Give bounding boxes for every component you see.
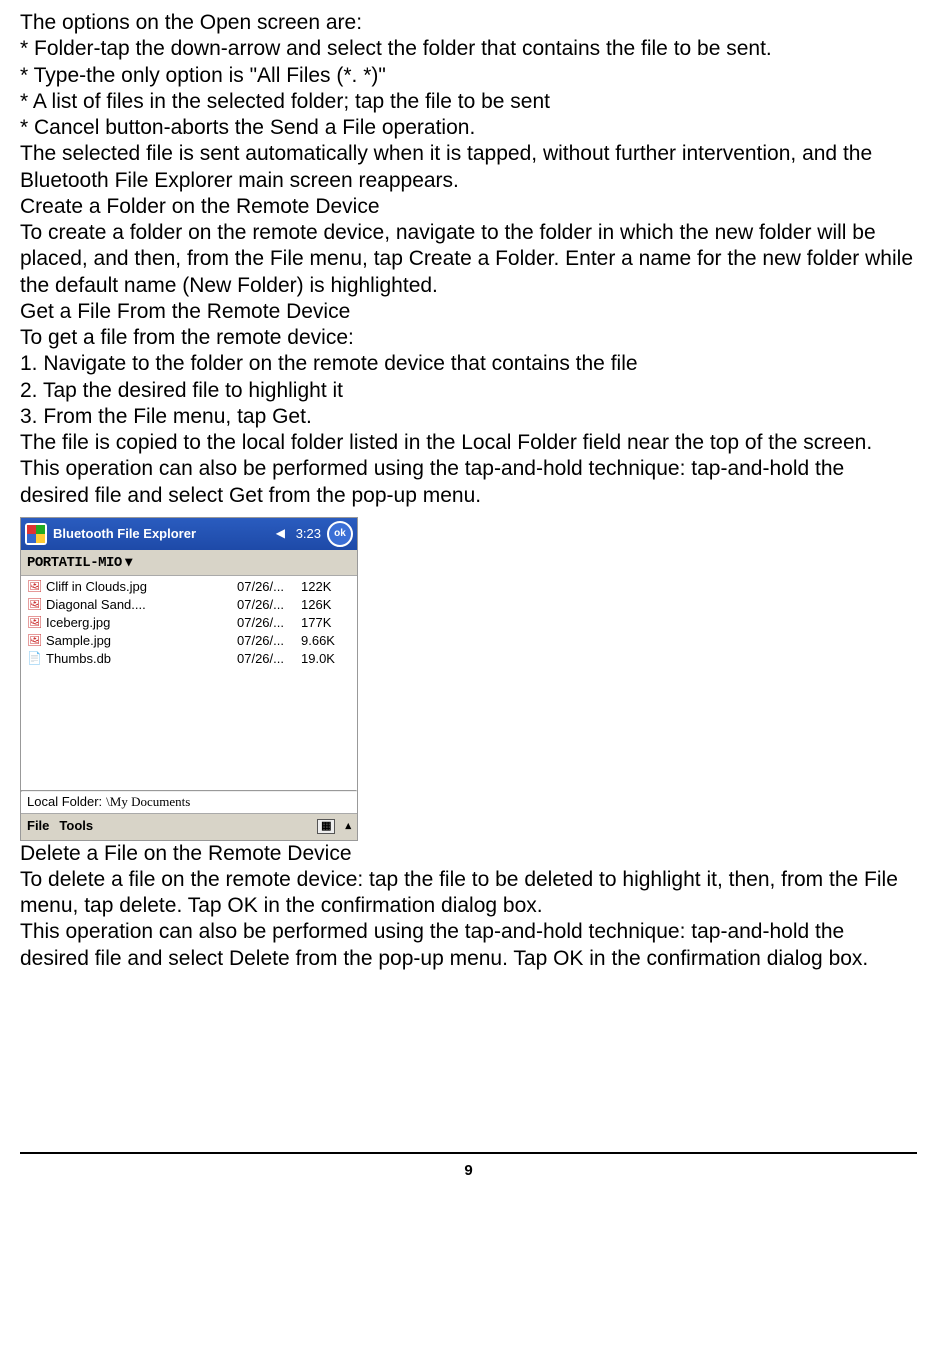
local-folder-value: \My Documents — [106, 794, 190, 810]
embedded-screenshot: Bluetooth File Explorer 3:23 ok PORTATIL… — [20, 517, 358, 841]
keyboard-icon[interactable]: ▦ — [317, 819, 335, 835]
file-name: Diagonal Sand.... — [46, 597, 237, 613]
file-size: 126K — [301, 597, 351, 613]
list-item[interactable]: Thumbs.db 07/26/... 19.0K — [21, 650, 357, 668]
titlebar: Bluetooth File Explorer 3:23 ok — [21, 518, 357, 550]
text-line: The options on the Open screen are: — [20, 10, 917, 36]
heading: Create a Folder on the Remote Device — [20, 194, 917, 220]
clock: 3:23 — [296, 526, 321, 542]
local-folder-label: Local Folder: — [27, 794, 102, 810]
document-body: The options on the Open screen are: * Fo… — [20, 10, 917, 972]
file-name: Sample.jpg — [46, 633, 237, 649]
heading: Get a File From the Remote Device — [20, 299, 917, 325]
image-file-icon — [27, 633, 43, 649]
window-title: Bluetooth File Explorer — [53, 526, 268, 542]
list-item[interactable]: Diagonal Sand.... 07/26/... 126K — [21, 596, 357, 614]
text-line: 2. Tap the desired file to highlight it — [20, 378, 917, 404]
text-line: 1. Navigate to the folder on the remote … — [20, 351, 917, 377]
up-arrow-icon[interactable]: ▴ — [345, 820, 351, 834]
ok-button[interactable]: ok — [327, 521, 353, 547]
file-name: Iceberg.jpg — [46, 615, 237, 631]
menu-tools[interactable]: Tools — [59, 818, 93, 834]
file-date: 07/26/... — [237, 597, 301, 613]
text-line: This operation can also be performed usi… — [20, 919, 917, 972]
text-line: * Folder-tap the down-arrow and select t… — [20, 36, 917, 62]
text-line: To get a file from the remote device: — [20, 325, 917, 351]
start-icon[interactable] — [25, 523, 47, 545]
page-number: 9 — [20, 1162, 917, 1181]
db-file-icon — [27, 651, 43, 667]
file-size: 122K — [301, 579, 351, 595]
breadcrumb-dropdown[interactable]: PORTATIL-MIO — [21, 550, 357, 577]
list-item[interactable]: Cliff in Clouds.jpg 07/26/... 122K — [21, 578, 357, 596]
file-list: Cliff in Clouds.jpg 07/26/... 122K Diago… — [21, 576, 357, 790]
file-name: Cliff in Clouds.jpg — [46, 579, 237, 595]
file-name: Thumbs.db — [46, 651, 237, 667]
list-item[interactable]: Iceberg.jpg 07/26/... 177K — [21, 614, 357, 632]
heading: Delete a File on the Remote Device — [20, 841, 917, 867]
local-folder-row: Local Folder: \My Documents — [21, 792, 357, 812]
file-date: 07/26/... — [237, 651, 301, 667]
list-item[interactable]: Sample.jpg 07/26/... 9.66K — [21, 632, 357, 650]
file-size: 9.66K — [301, 633, 351, 649]
image-file-icon — [27, 615, 43, 631]
image-file-icon — [27, 597, 43, 613]
file-size: 19.0K — [301, 651, 351, 667]
file-date: 07/26/... — [237, 633, 301, 649]
speaker-icon[interactable] — [274, 527, 290, 541]
text-line: To create a folder on the remote device,… — [20, 220, 917, 299]
text-line: * Cancel button-aborts the Send a File o… — [20, 115, 917, 141]
footer-rule — [20, 1152, 917, 1154]
text-line: The selected file is sent automatically … — [20, 141, 917, 194]
text-line: 3. From the File menu, tap Get. — [20, 404, 917, 430]
file-date: 07/26/... — [237, 579, 301, 595]
file-size: 177K — [301, 615, 351, 631]
file-date: 07/26/... — [237, 615, 301, 631]
text-line: To delete a file on the remote device: t… — [20, 867, 917, 920]
text-line: * Type-the only option is "All Files (*.… — [20, 63, 917, 89]
image-file-icon — [27, 579, 43, 595]
menu-bar: File Tools ▦ ▴ — [21, 813, 357, 840]
text-line: The file is copied to the local folder l… — [20, 430, 917, 509]
menu-file[interactable]: File — [27, 818, 49, 834]
text-line: * A list of files in the selected folder… — [20, 89, 917, 115]
